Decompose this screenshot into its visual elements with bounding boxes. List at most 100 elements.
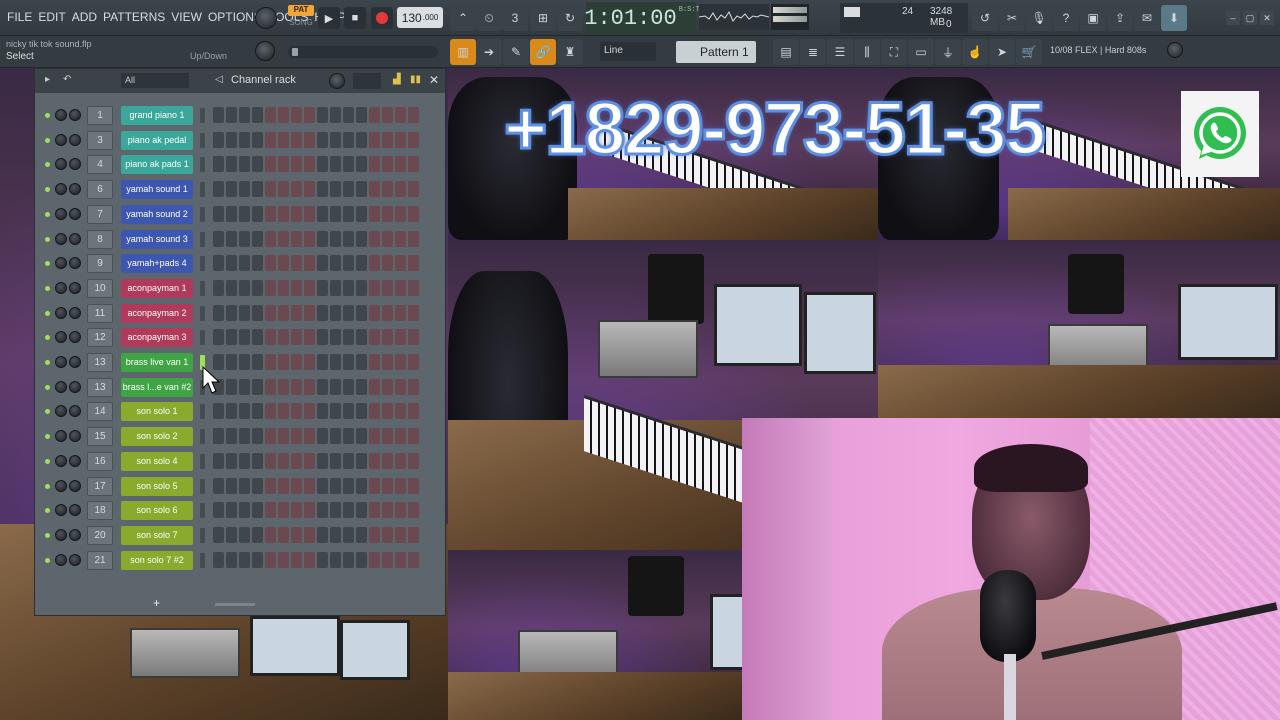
step-button[interactable] [239,428,250,445]
step-button[interactable] [395,378,406,395]
export-button[interactable]: ⇪ [1107,5,1133,31]
channel-select-indicator[interactable] [200,552,205,568]
channel-name-button[interactable]: yamah+pads 4 [121,254,193,274]
undo-button[interactable]: ↺ [972,5,998,31]
step-button[interactable] [213,279,224,296]
rack-menu-arrow-icon[interactable]: ▸ [45,74,50,85]
channel-mixer-track[interactable]: 14 [87,402,113,422]
channel-pan-knob[interactable] [55,331,67,344]
step-button[interactable] [408,477,419,494]
step-button[interactable] [278,452,289,469]
help-button[interactable]: ? [1053,5,1079,31]
step-button[interactable] [343,526,354,543]
step-button[interactable] [252,107,263,123]
step-button[interactable] [226,131,237,148]
step-button[interactable] [356,107,367,123]
channel-volume-knob[interactable] [69,257,81,270]
step-button[interactable] [291,551,302,568]
step-button[interactable] [226,526,237,543]
step-button[interactable] [252,502,263,519]
step-button[interactable] [408,354,419,370]
step-button[interactable] [304,181,315,198]
step-button[interactable] [278,255,289,272]
channel-pan-knob[interactable] [55,183,67,196]
stop-button[interactable]: ■ [344,7,366,29]
step-button[interactable] [369,378,380,395]
step-button[interactable] [356,551,367,568]
step-button[interactable] [356,502,367,519]
channel-name-button[interactable]: piano ak pads 1 [121,155,193,175]
channel-row[interactable]: 9 yamah+pads 4 [35,253,445,275]
step-button[interactable] [356,378,367,395]
step-button[interactable] [382,477,393,494]
step-button[interactable] [304,107,315,123]
channel-volume-knob[interactable] [69,207,81,220]
channel-pan-knob[interactable] [55,306,67,319]
mixer-button[interactable]: ⫼ [854,39,880,65]
step-button[interactable] [304,354,315,370]
step-button[interactable] [304,551,315,568]
channel-mute-led[interactable] [45,285,50,291]
channel-pan-knob[interactable] [55,380,67,393]
step-button[interactable] [382,131,393,148]
step-button[interactable] [330,354,341,370]
step-button[interactable] [395,279,406,296]
step-button[interactable] [356,279,367,296]
channel-volume-knob[interactable] [69,109,81,121]
step-button[interactable] [317,452,328,469]
channel-mute-led[interactable] [45,384,50,390]
step-button[interactable] [408,526,419,543]
step-button[interactable] [226,230,237,247]
step-button[interactable] [239,107,250,123]
channel-mixer-track[interactable]: 15 [87,427,113,447]
step-button[interactable] [395,551,406,568]
step-button[interactable] [330,304,341,321]
channel-name-button[interactable]: son solo 4 [121,451,193,471]
step-button[interactable] [304,502,315,519]
channel-select-indicator[interactable] [200,453,205,469]
rack-steps-field[interactable] [353,73,381,89]
rack-swing-knob[interactable] [329,73,345,89]
step-button[interactable] [343,131,354,148]
step-button[interactable] [304,279,315,296]
channel-mute-led[interactable] [45,310,50,316]
step-button[interactable] [369,107,380,123]
step-button[interactable] [356,403,367,420]
step-button[interactable] [239,502,250,519]
menu-item-edit[interactable]: EDIT [35,10,68,24]
step-button[interactable] [278,428,289,445]
step-button[interactable] [369,181,380,198]
step-button[interactable] [356,452,367,469]
step-button[interactable] [291,279,302,296]
stamp-button[interactable]: ♜ [557,39,583,65]
step-button[interactable] [265,107,276,123]
step-button[interactable] [291,304,302,321]
step-button[interactable] [369,526,380,543]
channel-name-button[interactable]: son solo 7 #2 [121,550,193,570]
channel-mixer-track[interactable]: 18 [87,501,113,521]
step-button[interactable] [317,205,328,222]
snap-select[interactable]: Line [600,42,656,61]
step-button[interactable] [213,403,224,420]
step-button[interactable] [278,304,289,321]
channel-mute-led[interactable] [45,483,50,489]
save-button[interactable]: ▣ [1080,5,1106,31]
step-button[interactable] [369,354,380,370]
channel-select-indicator[interactable] [200,157,205,173]
channel-select-indicator[interactable] [200,108,205,123]
channel-name-button[interactable]: son solo 6 [121,501,193,521]
menu-item-add[interactable]: ADD [69,10,100,24]
step-button[interactable] [408,329,419,346]
channel-volume-knob[interactable] [69,158,81,171]
step-button[interactable] [278,378,289,395]
step-button[interactable] [252,551,263,568]
step-button[interactable] [369,156,380,173]
step-button[interactable] [343,428,354,445]
step-button[interactable] [343,304,354,321]
channel-name-button[interactable]: yamah sound 3 [121,229,193,249]
step-button[interactable] [265,428,276,445]
step-button[interactable] [317,107,328,123]
step-button[interactable] [239,452,250,469]
step-button[interactable] [291,403,302,420]
step-button[interactable] [382,329,393,346]
